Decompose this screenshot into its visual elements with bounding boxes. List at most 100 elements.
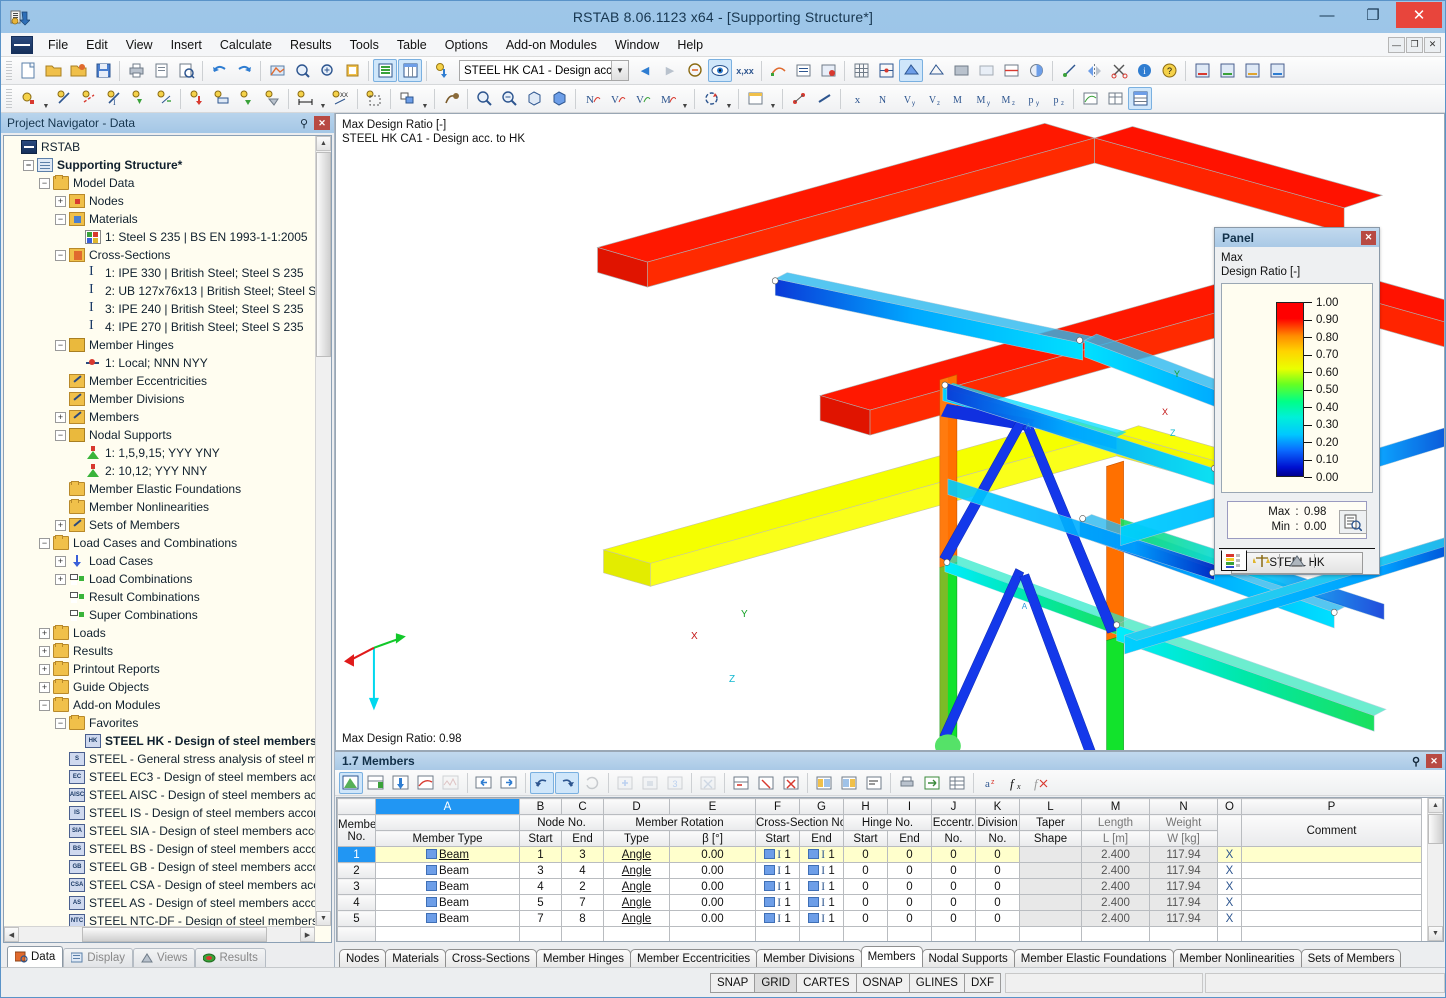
cell-node-end[interactable]: 2	[561, 878, 604, 895]
tree-expander-icon[interactable]: +	[39, 681, 50, 693]
new-support-load-icon[interactable]	[235, 87, 259, 110]
menu-insert[interactable]: Insert	[162, 35, 211, 55]
tree-item[interactable]: NTC STEEL NTC-DF - Design of steel member…	[7, 912, 315, 926]
tree-expander-icon[interactable]: +	[39, 645, 50, 657]
render-shaded-icon[interactable]	[899, 59, 923, 82]
scroll-thumb[interactable]	[316, 152, 331, 357]
scroll-up-icon[interactable]: ▲	[316, 136, 331, 151]
axis-n-icon[interactable]: N	[870, 87, 894, 110]
result-n-icon[interactable]: N	[580, 87, 604, 110]
tree-expander-icon[interactable]: +	[55, 195, 66, 207]
next-load-case-button[interactable]: ▶	[658, 59, 682, 82]
cell-node-end[interactable]: 3	[561, 846, 604, 863]
members-table[interactable]: ABCDEFGHIJKLMNOPMemberNo.Node No.Member …	[337, 798, 1422, 941]
cell-empty[interactable]	[975, 926, 1020, 941]
column-header-P[interactable]: P	[1241, 798, 1422, 815]
module-steel4-icon[interactable]	[1265, 59, 1289, 82]
tree-item[interactable]: 4: IPE 270 | British Steel; Steel S 235	[7, 318, 315, 336]
cell-empty[interactable]	[931, 926, 976, 941]
undo-icon[interactable]	[207, 59, 231, 82]
tree-item[interactable]: Member Elastic Foundations	[7, 480, 315, 498]
table-row[interactable]: 5 Beam 7 8 Angle 0.00 I 1I 1 0 0 0 0 2.400 117.94 X	[337, 910, 1422, 927]
print-preview-icon[interactable]	[174, 59, 198, 82]
table-function-icon[interactable]: fx	[1003, 772, 1027, 794]
result-vy-icon[interactable]: V	[605, 87, 629, 110]
deformation-icon[interactable]	[766, 59, 790, 82]
axis-vz-icon[interactable]: Vz	[920, 87, 944, 110]
tree-item[interactable]: EC STEEL EC3 - Design of steel members ac…	[7, 768, 315, 786]
cell-hinge-start[interactable]: 0	[843, 846, 888, 863]
visibility-icon[interactable]	[743, 87, 767, 110]
tree-expander-icon[interactable]: +	[55, 411, 66, 423]
cell-node-start[interactable]: 4	[519, 878, 562, 895]
navigator-horizontal-scrollbar[interactable]: ◀ ▶	[4, 926, 315, 942]
tree-item[interactable]: + Load Cases	[7, 552, 315, 570]
tree-item[interactable]: + Guide Objects	[7, 678, 315, 696]
table-clear-icon[interactable]	[754, 772, 778, 794]
column-header-J[interactable]: J	[931, 798, 976, 815]
menu-file[interactable]: File	[39, 35, 77, 55]
tree-item[interactable]: + Members	[7, 408, 315, 426]
cell-empty[interactable]	[843, 926, 888, 941]
module-steel-icon[interactable]	[1190, 59, 1214, 82]
cell-empty[interactable]	[1019, 926, 1082, 941]
tree-item[interactable]: S STEEL - General stress analysis of stee…	[7, 750, 315, 768]
cell-cs-end[interactable]: I 1	[799, 894, 844, 911]
cell-node-start[interactable]: 7	[519, 910, 562, 927]
tree-item[interactable]: − Member Hinges	[7, 336, 315, 354]
info-icon[interactable]: i	[1132, 59, 1156, 82]
cell-division[interactable]: 0	[975, 894, 1020, 911]
axis-my-icon[interactable]: My	[970, 87, 994, 110]
status-toggle-osnap[interactable]: OSNAP	[855, 972, 910, 993]
cell-hinge-end[interactable]: 0	[887, 910, 932, 927]
tree-item[interactable]: Member Eccentricities	[7, 372, 315, 390]
cell-cs-start[interactable]: I 1	[755, 846, 800, 863]
panel-tab-factors[interactable]	[1249, 550, 1275, 571]
cell-node-end[interactable]: 8	[561, 910, 604, 927]
cell-member-no[interactable]: 4	[337, 894, 376, 911]
cell-cs-end[interactable]: I 1	[799, 862, 844, 879]
tree-expander-icon[interactable]: +	[39, 627, 50, 639]
cell-empty[interactable]	[375, 926, 520, 941]
print-icon[interactable]	[124, 59, 148, 82]
table-import-icon[interactable]	[389, 772, 413, 794]
cell-cs-end[interactable]: I 1	[799, 878, 844, 895]
scroll-right-icon[interactable]: ▶	[300, 927, 315, 942]
module-steel2-icon[interactable]	[1215, 59, 1239, 82]
panel-close-icon[interactable]: ✕	[1361, 230, 1376, 245]
new-support-icon[interactable]	[127, 87, 151, 110]
cell-cs-end[interactable]: I 1	[799, 846, 844, 863]
table-delete-row-icon[interactable]	[729, 772, 753, 794]
mdi-minimize-button[interactable]: —	[1388, 36, 1405, 53]
new-member-dots-icon[interactable]	[77, 87, 101, 110]
tree-item[interactable]: + Sets of Members	[7, 516, 315, 534]
panel-tab-display-factors[interactable]	[1284, 550, 1310, 571]
select-box-icon[interactable]	[362, 87, 386, 110]
tree-item[interactable]: Member Divisions	[7, 390, 315, 408]
copy-move-dropdown-icon[interactable]: ▼	[420, 87, 430, 110]
rotate-view-icon[interactable]	[699, 87, 723, 110]
table-tab-nodal-supports[interactable]: Nodal Supports	[921, 949, 1015, 967]
new-node-icon[interactable]	[16, 87, 40, 110]
cell-hinge-start[interactable]: 0	[843, 862, 888, 879]
tree-item[interactable]: + Nodes	[7, 192, 315, 210]
tree-expander-icon[interactable]: −	[39, 537, 50, 549]
cell-hinge-end[interactable]: 0	[887, 894, 932, 911]
result-mt-icon[interactable]: M	[655, 87, 679, 110]
navigator-tab-views[interactable]: Views	[133, 948, 196, 967]
tree-item[interactable]: AS STEEL AS - Design of steel members acc…	[7, 894, 315, 912]
section-view-icon[interactable]	[999, 59, 1023, 82]
table-graph-icon[interactable]	[439, 772, 463, 794]
tree-item[interactable]: 1: Local; NNN NYY	[7, 354, 315, 372]
tree-item[interactable]: 2: UB 127x76x13 | British Steel; Steel S…	[7, 282, 315, 300]
axis-py-icon[interactable]: py	[1020, 87, 1044, 110]
table-tab-nodes[interactable]: Nodes	[339, 949, 387, 967]
cell-beta[interactable]: 0.00	[669, 910, 756, 927]
tree-item[interactable]: 3: IPE 240 | British Steel; Steel S 235	[7, 300, 315, 318]
menu-window[interactable]: Window	[606, 35, 668, 55]
cell-empty[interactable]	[1149, 926, 1218, 941]
new-member-icon[interactable]	[52, 87, 76, 110]
tree-item[interactable]: GB STEEL GB - Design of steel members acc…	[7, 858, 315, 876]
load-case-combo[interactable]: STEEL HK CA1 - Design acc ▼	[459, 60, 629, 81]
cell-comment[interactable]	[1241, 846, 1422, 863]
